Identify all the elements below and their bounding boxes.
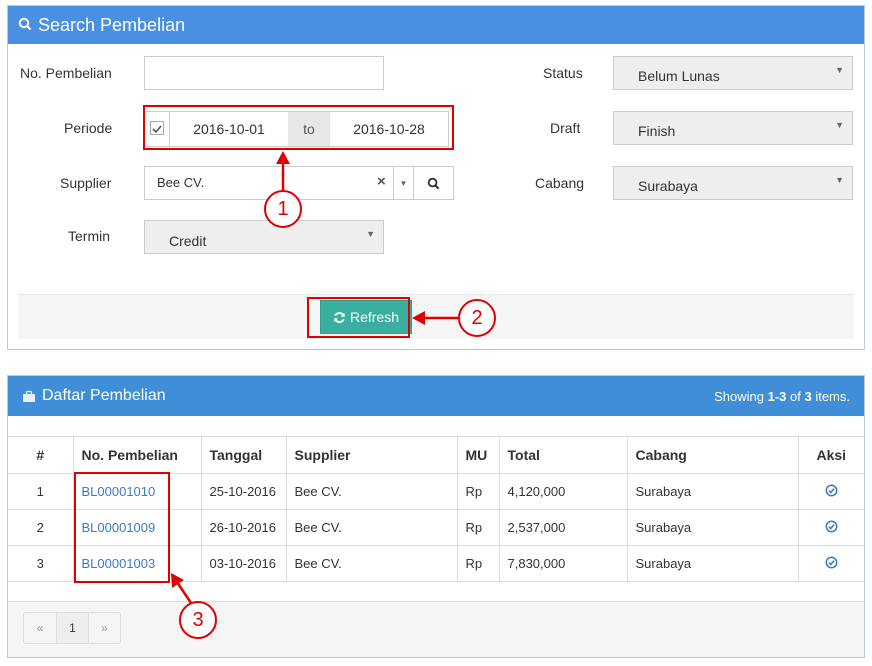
annotation-arrows (171, 151, 458, 604)
annotation-marker-3: 3 (179, 601, 217, 639)
annotation-marker-1: 1 (264, 190, 302, 228)
annotation-marker-2: 2 (458, 299, 496, 337)
